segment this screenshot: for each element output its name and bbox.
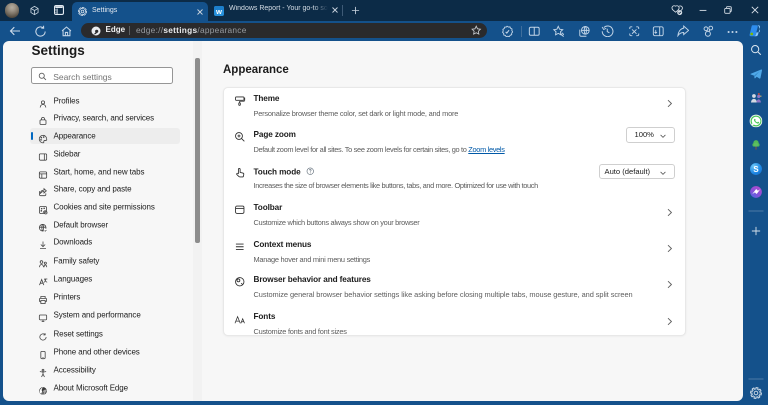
- svg-text:S: S: [753, 164, 758, 173]
- svg-text:w: w: [215, 6, 222, 15]
